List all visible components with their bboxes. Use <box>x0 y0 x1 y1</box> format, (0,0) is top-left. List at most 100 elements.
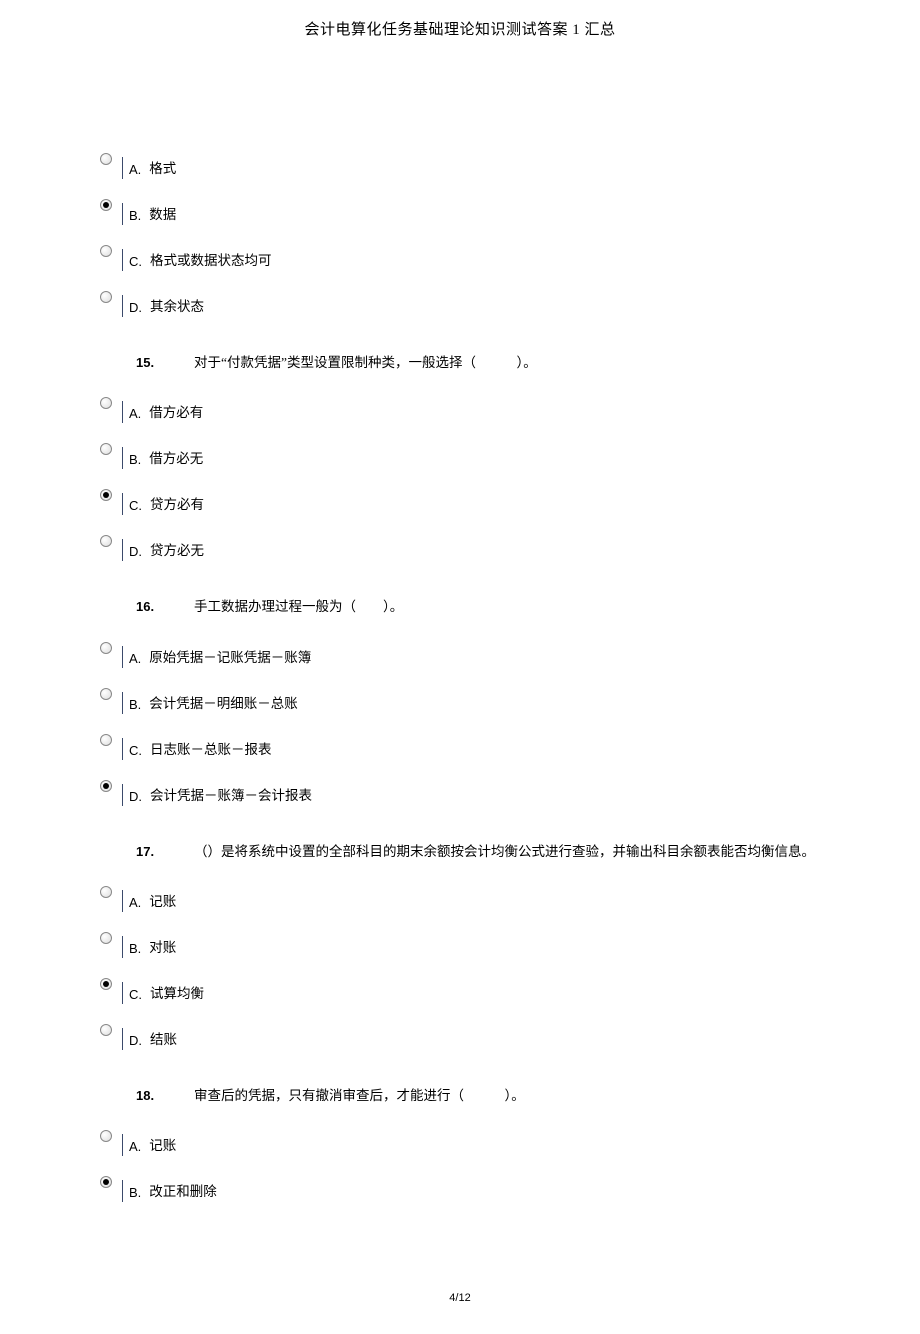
option-letter: D. <box>129 300 142 317</box>
marker-icon <box>122 1180 123 1202</box>
q17-option-c[interactable]: C. 试算均衡 <box>100 964 820 1004</box>
marker-icon <box>122 738 123 760</box>
option-text: 日志账－总账－报表 <box>150 738 272 760</box>
radio-icon[interactable] <box>100 397 112 409</box>
radio-icon[interactable] <box>100 489 112 501</box>
marker-icon <box>122 1028 123 1050</box>
option-text: 结账 <box>150 1028 177 1050</box>
marker-icon <box>122 447 123 469</box>
marker-icon <box>122 249 123 271</box>
q16-option-c[interactable]: C. 日志账－总账－报表 <box>100 720 820 760</box>
q16-option-a[interactable]: A. 原始凭据－记账凭据－账簿 <box>100 628 820 668</box>
q17-option-b[interactable]: B. 对账 <box>100 918 820 958</box>
option-text: 对账 <box>149 936 176 958</box>
marker-icon <box>122 784 123 806</box>
q15-option-b[interactable]: B. 借方必无 <box>100 429 820 469</box>
q15-option-c[interactable]: C. 贷方必有 <box>100 475 820 515</box>
option-letter: D. <box>129 544 142 561</box>
marker-icon <box>122 295 123 317</box>
option-text: 试算均衡 <box>150 982 204 1004</box>
question-text: 审查后的凭据，只有撤消审查后，才能进行（ ）。 <box>194 1084 525 1108</box>
q15-option-d[interactable]: D. 贷方必无 <box>100 521 820 561</box>
page-footer: 4/12 <box>0 1292 920 1334</box>
option-letter: A. <box>129 162 141 179</box>
radio-icon[interactable] <box>100 780 112 792</box>
option-text: 记账 <box>149 1134 176 1156</box>
question-text: （）是将系统中设置的全部科目的期末余额按会计均衡公式进行查验，并输出科目余额表能… <box>194 840 815 864</box>
question-18: 18. 审查后的凭据，只有撤消审查后，才能进行（ ）。 <box>136 1084 820 1108</box>
option-text: 原始凭据－记账凭据－账簿 <box>149 646 311 668</box>
question-number: 18. <box>136 1088 194 1103</box>
option-letter: C. <box>129 987 142 1004</box>
option-letter: D. <box>129 1033 142 1050</box>
marker-icon <box>122 157 123 179</box>
question-16: 16. 手工数据办理过程一般为（ ）。 <box>136 595 820 619</box>
q14-option-a[interactable]: A. 格式 <box>100 139 820 179</box>
option-letter: B. <box>129 1185 141 1202</box>
question-15: 15. 对于“付款凭据”类型设置限制种类，一般选择（ ）。 <box>136 351 820 375</box>
option-letter: B. <box>129 452 141 469</box>
radio-icon[interactable] <box>100 886 112 898</box>
radio-icon[interactable] <box>100 535 112 547</box>
option-letter: C. <box>129 743 142 760</box>
option-text: 借方必无 <box>149 447 203 469</box>
option-text: 会计凭据－明细账－总账 <box>149 692 298 714</box>
radio-icon[interactable] <box>100 291 112 303</box>
radio-icon[interactable] <box>100 245 112 257</box>
q17-option-a[interactable]: A. 记账 <box>100 872 820 912</box>
q14-option-b[interactable]: B. 数据 <box>100 185 820 225</box>
marker-icon <box>122 539 123 561</box>
option-text: 贷方必无 <box>150 539 204 561</box>
marker-icon <box>122 646 123 668</box>
page-title: 会计电算化任务基础理论知识测试答案 1 汇总 <box>0 0 920 39</box>
option-letter: A. <box>129 895 141 912</box>
main-content: A. 格式 B. 数据 C. 格式或数据状态均可 D. 其余状态 15. 对于“… <box>0 39 920 1202</box>
radio-icon[interactable] <box>100 1130 112 1142</box>
q14-option-d[interactable]: D. 其余状态 <box>100 277 820 317</box>
option-letter: B. <box>129 941 141 958</box>
question-17: 17. （）是将系统中设置的全部科目的期末余额按会计均衡公式进行查验，并输出科目… <box>136 840 820 864</box>
option-letter: A. <box>129 1139 141 1156</box>
radio-icon[interactable] <box>100 153 112 165</box>
option-letter: C. <box>129 498 142 515</box>
q15-option-a[interactable]: A. 借方必有 <box>100 383 820 423</box>
option-text: 数据 <box>149 203 176 225</box>
radio-icon[interactable] <box>100 642 112 654</box>
radio-icon[interactable] <box>100 978 112 990</box>
marker-icon <box>122 890 123 912</box>
option-text: 借方必有 <box>149 401 203 423</box>
radio-icon[interactable] <box>100 932 112 944</box>
q18-option-b[interactable]: B. 改正和删除 <box>100 1162 820 1202</box>
marker-icon <box>122 936 123 958</box>
q18-option-a[interactable]: A. 记账 <box>100 1116 820 1156</box>
option-letter: A. <box>129 651 141 668</box>
marker-icon <box>122 1134 123 1156</box>
option-text: 会计凭据－账簿－会计报表 <box>150 784 312 806</box>
option-text: 格式或数据状态均可 <box>150 249 272 271</box>
radio-icon[interactable] <box>100 1176 112 1188</box>
option-text: 改正和删除 <box>149 1180 217 1202</box>
marker-icon <box>122 692 123 714</box>
option-letter: B. <box>129 208 141 225</box>
marker-icon <box>122 493 123 515</box>
q16-option-d[interactable]: D. 会计凭据－账簿－会计报表 <box>100 766 820 806</box>
option-letter: C. <box>129 254 142 271</box>
radio-icon[interactable] <box>100 199 112 211</box>
option-text: 贷方必有 <box>150 493 204 515</box>
radio-icon[interactable] <box>100 688 112 700</box>
question-number: 17. <box>136 844 194 859</box>
radio-icon[interactable] <box>100 1024 112 1036</box>
question-text: 手工数据办理过程一般为（ ）。 <box>194 595 403 619</box>
q17-option-d[interactable]: D. 结账 <box>100 1010 820 1050</box>
option-letter: D. <box>129 789 142 806</box>
marker-icon <box>122 401 123 423</box>
question-text: 对于“付款凭据”类型设置限制种类，一般选择（ ）。 <box>194 351 537 375</box>
radio-icon[interactable] <box>100 734 112 746</box>
radio-icon[interactable] <box>100 443 112 455</box>
q16-option-b[interactable]: B. 会计凭据－明细账－总账 <box>100 674 820 714</box>
option-letter: A. <box>129 406 141 423</box>
option-text: 记账 <box>149 890 176 912</box>
option-text: 其余状态 <box>150 295 204 317</box>
marker-icon <box>122 203 123 225</box>
q14-option-c[interactable]: C. 格式或数据状态均可 <box>100 231 820 271</box>
